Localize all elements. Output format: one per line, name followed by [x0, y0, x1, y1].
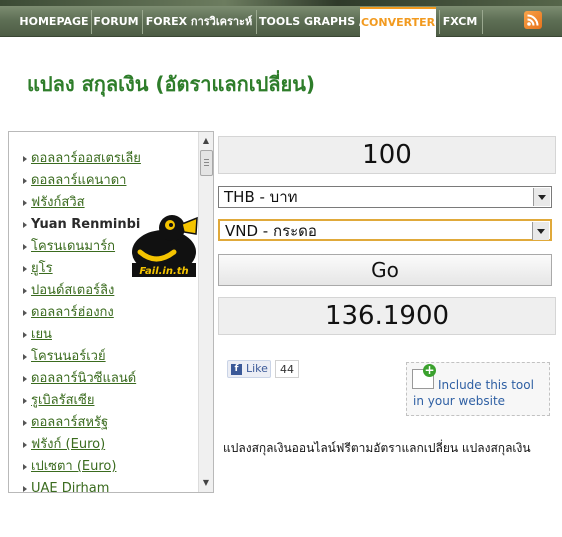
bullet-icon — [23, 420, 27, 426]
list-item-label: เยน — [31, 327, 52, 342]
currency-list[interactable]: ดอลลาร์ออสเตรเลีย ดอลลาร์แคนาดา ฟรังก์สว… — [8, 131, 214, 493]
fail-duck-watermark-icon: Fail.in.th — [126, 212, 198, 282]
list-item-label: Yuan Renminbi — [31, 217, 141, 232]
go-button[interactable]: Go — [218, 254, 552, 286]
list-item-label: โครนเดนมาร์ก — [31, 239, 116, 254]
bullet-icon — [23, 310, 27, 316]
bullet-icon — [23, 398, 27, 404]
bullet-icon — [23, 222, 27, 228]
from-currency-select[interactable]: THB - บาท — [218, 186, 552, 208]
top-nav: HOMEPAGE FORUM FOREX การวิเคราะห์ TOOLS … — [0, 0, 562, 38]
rss-icon[interactable] — [524, 11, 542, 29]
grip-line — [204, 162, 209, 163]
list-item[interactable]: รูเบิลรัสเซีย — [9, 390, 199, 412]
chevron-down-icon[interactable] — [533, 188, 550, 206]
facebook-like-button[interactable]: f Like — [227, 360, 271, 378]
from-currency-value: THB - บาท — [224, 188, 298, 206]
list-item-label: ดอลลาร์ออสเตรเลีย — [31, 151, 141, 166]
bullet-icon — [23, 464, 27, 470]
nav-separator — [256, 10, 257, 34]
bullet-icon — [23, 332, 27, 338]
list-item[interactable]: ดอลลาร์ออสเตรเลีย — [9, 148, 199, 170]
list-item[interactable]: โครนนอร์เวย์ — [9, 346, 199, 368]
list-item[interactable]: ดอลลาร์ฮ่องกง — [9, 302, 199, 324]
list-item-label: ดอลลาร์นิวซีแลนด์ — [31, 371, 137, 386]
bullet-icon — [23, 486, 27, 492]
nav-separator — [142, 10, 143, 34]
nav-separator — [482, 10, 483, 34]
svg-text:Fail.in.th: Fail.in.th — [139, 266, 188, 277]
bullet-icon — [23, 156, 27, 162]
to-currency-value: VND - กระดอ — [225, 222, 317, 240]
include-tool-label: Include this tool in your website — [413, 378, 534, 408]
nav-converter[interactable]: CONVERTER — [360, 7, 436, 38]
bullet-icon — [23, 288, 27, 294]
list-item-label: โครนนอร์เวย์ — [31, 349, 106, 364]
list-item[interactable]: ดอลลาร์นิวซีแลนด์ — [9, 368, 199, 390]
scroll-up-arrow-icon[interactable]: ▲ — [199, 134, 213, 148]
list-item[interactable]: ปอนด์สเตอร์ลิง — [9, 280, 199, 302]
list-item[interactable]: ดอลลาร์สหรัฐ — [9, 412, 199, 434]
bullet-icon — [23, 376, 27, 382]
bullet-icon — [23, 442, 27, 448]
header-banner-strip — [0, 0, 562, 6]
list-item-label: รูเบิลรัสเซีย — [31, 393, 95, 408]
currency-list-items: ดอลลาร์ออสเตรเลีย ดอลลาร์แคนาดา ฟรังก์สว… — [9, 148, 199, 493]
list-item-label: ปอนด์สเตอร์ลิง — [31, 283, 115, 298]
list-item-label: ดอลลาร์สหรัฐ — [31, 415, 109, 430]
nav-tools-graphs[interactable]: TOOLS GRAPHS / — [259, 8, 363, 36]
bullet-icon — [23, 244, 27, 250]
list-item-label: UAE Dirham — [31, 481, 110, 493]
nav-separator — [91, 10, 92, 34]
scrollbar-thumb[interactable] — [200, 150, 213, 176]
list-item-label: เปเซตา (Euro) — [31, 459, 117, 474]
nav-fxcm[interactable]: FXCM — [441, 8, 479, 36]
bullet-icon — [23, 200, 27, 206]
like-label: Like — [246, 362, 268, 375]
list-item-label: ฟรังก์ (Euro) — [31, 437, 106, 452]
nav-separator — [439, 10, 440, 34]
bullet-icon — [23, 266, 27, 272]
list-item-label: ดอลลาร์แคนาดา — [31, 173, 127, 188]
list-item[interactable]: เปเซตา (Euro) — [9, 456, 199, 478]
bullet-icon — [23, 354, 27, 360]
bullet-icon — [23, 178, 27, 184]
list-scrollbar[interactable]: ▲ ▼ — [198, 132, 213, 492]
result-output: 136.1900 — [218, 297, 556, 335]
nav-homepage[interactable]: HOMEPAGE — [18, 8, 90, 36]
nav-forum[interactable]: FORUM — [93, 8, 139, 36]
include-tool-button[interactable]: Include this tool in your website — [406, 362, 550, 416]
list-item[interactable]: ฟรังก์ (Euro) — [9, 434, 199, 456]
list-item-label: ดอลลาร์ฮ่องกง — [31, 305, 114, 320]
chevron-down-icon[interactable] — [532, 222, 549, 240]
list-item-label: ฟรังก์สวิส — [31, 195, 85, 210]
scroll-down-arrow-icon[interactable]: ▼ — [199, 476, 213, 490]
list-item[interactable]: ฟรังก์สวิส — [9, 192, 199, 214]
to-currency-select[interactable]: VND - กระดอ — [218, 219, 552, 241]
grip-line — [204, 165, 209, 166]
page-title: แปลง สกุลเงิน (อัตราแลกเปลี่ยน) — [27, 72, 316, 96]
nav-forex-analysis[interactable]: FOREX การวิเคราะห์ — [145, 8, 253, 36]
page-description: แปลงสกุลเงินออนไลน์ฟรีตามอัตราแลกเปลี่ยน… — [223, 441, 531, 455]
like-count: 44 — [275, 360, 299, 378]
list-item-label: ยูโร — [31, 261, 53, 276]
facebook-icon: f — [231, 364, 242, 375]
amount-input[interactable]: 100 — [218, 136, 556, 174]
list-item[interactable]: เยน — [9, 324, 199, 346]
list-item[interactable]: ดอลลาร์แคนาดา — [9, 170, 199, 192]
list-item[interactable]: UAE Dirham — [9, 478, 199, 493]
grip-line — [204, 159, 209, 160]
